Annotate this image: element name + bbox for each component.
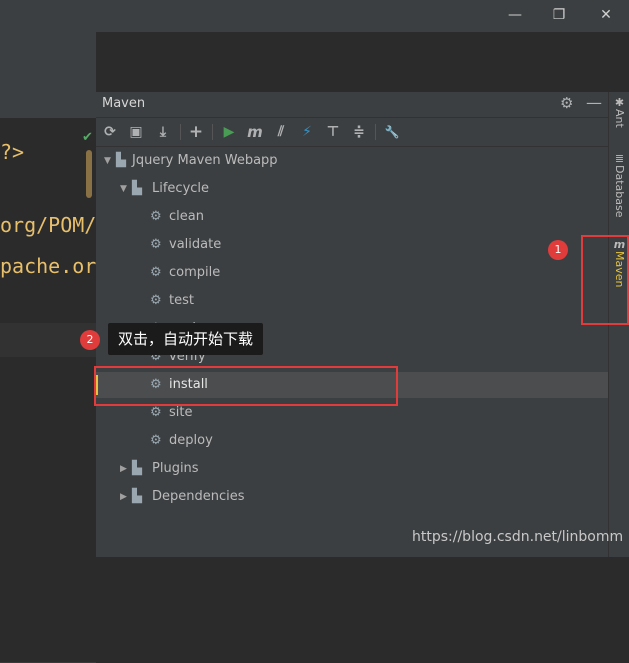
gear-icon[interactable]: ⚙ (560, 94, 573, 112)
gear-icon: ⚙ (150, 293, 162, 308)
goal-label: test (169, 293, 194, 308)
add-icon[interactable]: + (186, 122, 206, 142)
lifecycle-goal-test[interactable]: ⚙ test (96, 288, 608, 314)
collapse-all-icon[interactable]: ≑ (349, 122, 369, 142)
gear-icon: ⚙ (150, 237, 162, 252)
tree-node-dependencies[interactable]: ▶ ▙ Dependencies (96, 484, 608, 510)
goal-label: validate (169, 237, 222, 252)
tree-node-label: Plugins (152, 461, 199, 476)
panel-title: Maven (102, 96, 146, 111)
collapse-arrow-icon[interactable]: ▶ (120, 484, 127, 510)
collapse-arrow-icon[interactable]: ▶ (120, 456, 127, 482)
maximize-button[interactable]: ❐ (544, 4, 574, 26)
tree-node-lifecycle[interactable]: ▼ ▙ Lifecycle (96, 176, 608, 202)
annotation-box-install (94, 366, 398, 406)
toolbar-separator (180, 124, 181, 140)
maven-project-icon: ▙ (116, 153, 126, 168)
tree-node-plugins[interactable]: ▶ ▙ Plugins (96, 456, 608, 482)
tree-node-label: Dependencies (152, 489, 245, 504)
maven-toolbar: ⟳ ▣ ⤓ + ▶ m ⫽ ⚡ ⊤ ≑ 🔧 (96, 118, 608, 147)
gear-icon: ⚙ (150, 433, 162, 448)
tab-label: Database (613, 165, 626, 218)
gear-icon: ⚙ (150, 265, 162, 280)
annotation-box-maven-tab (581, 235, 629, 325)
watermark: https://blog.csdn.net/linbomm (412, 529, 624, 545)
gear-icon: ⚙ (150, 209, 162, 224)
toolbar-separator (212, 124, 213, 140)
skip-tests-icon[interactable]: ⚡ (297, 122, 317, 142)
lifecycle-goal-deploy[interactable]: ⚙ deploy (96, 428, 608, 454)
tree-node-project[interactable]: ▼ ▙ Jquery Maven Webapp (96, 148, 608, 174)
toggle-offline-icon[interactable]: ⫽ (271, 122, 291, 142)
ant-tool-tab[interactable]: ✱ Ant (609, 96, 629, 132)
generate-sources-icon[interactable]: ▣ (126, 122, 146, 142)
goal-label: clean (169, 209, 204, 224)
code-line: org/POM/ (0, 213, 97, 237)
maven-goal-icon[interactable]: m (245, 122, 265, 142)
hide-panel-icon[interactable]: — (586, 93, 602, 112)
folder-icon: ▙ (132, 489, 142, 504)
folder-icon: ▙ (132, 461, 142, 476)
database-tool-tab[interactable]: ≣ Database (609, 152, 629, 222)
panel-header: Maven ⚙ — (96, 92, 608, 118)
code-line: ?> (0, 140, 25, 164)
lifecycle-goal-clean[interactable]: ⚙ clean (96, 204, 608, 230)
close-button[interactable]: ✕ (591, 4, 621, 26)
refresh-icon[interactable]: ⟳ (100, 122, 120, 142)
editor-scrollbar[interactable] (86, 150, 92, 198)
ant-icon: ✱ (614, 96, 625, 109)
expand-arrow-icon[interactable]: ▼ (120, 176, 127, 202)
annotation-badge-2: 2 (80, 330, 100, 350)
goal-label: deploy (169, 433, 213, 448)
settings-wrench-icon[interactable]: 🔧 (382, 122, 402, 142)
folder-icon: ▙ (132, 181, 142, 196)
tree-node-label: Lifecycle (152, 181, 210, 196)
minimize-button[interactable]: — (500, 4, 530, 26)
lifecycle-goal-validate[interactable]: ⚙ validate (96, 232, 608, 258)
annotation-badge-1: 1 (548, 240, 568, 260)
goal-label: compile (169, 265, 221, 280)
title-bar: — ❐ ✕ (0, 0, 629, 32)
run-icon[interactable]: ▶ (219, 122, 239, 142)
download-icon[interactable]: ⤓ (153, 122, 173, 142)
show-dependencies-icon[interactable]: ⊤ (323, 122, 343, 142)
database-icon: ≣ (614, 152, 625, 165)
tree-node-label: Jquery Maven Webapp (132, 153, 278, 168)
lifecycle-goal-compile[interactable]: ⚙ compile (96, 260, 608, 286)
annotation-tooltip: 双击，自动开始下载 (108, 323, 264, 355)
toolbar-separator (375, 124, 376, 140)
tab-label: Ant (613, 109, 626, 128)
code-line: pache.or (0, 254, 97, 278)
editor-top-area (0, 32, 96, 119)
expand-arrow-icon[interactable]: ▼ (104, 148, 111, 174)
check-icon: ✔ (82, 130, 93, 145)
